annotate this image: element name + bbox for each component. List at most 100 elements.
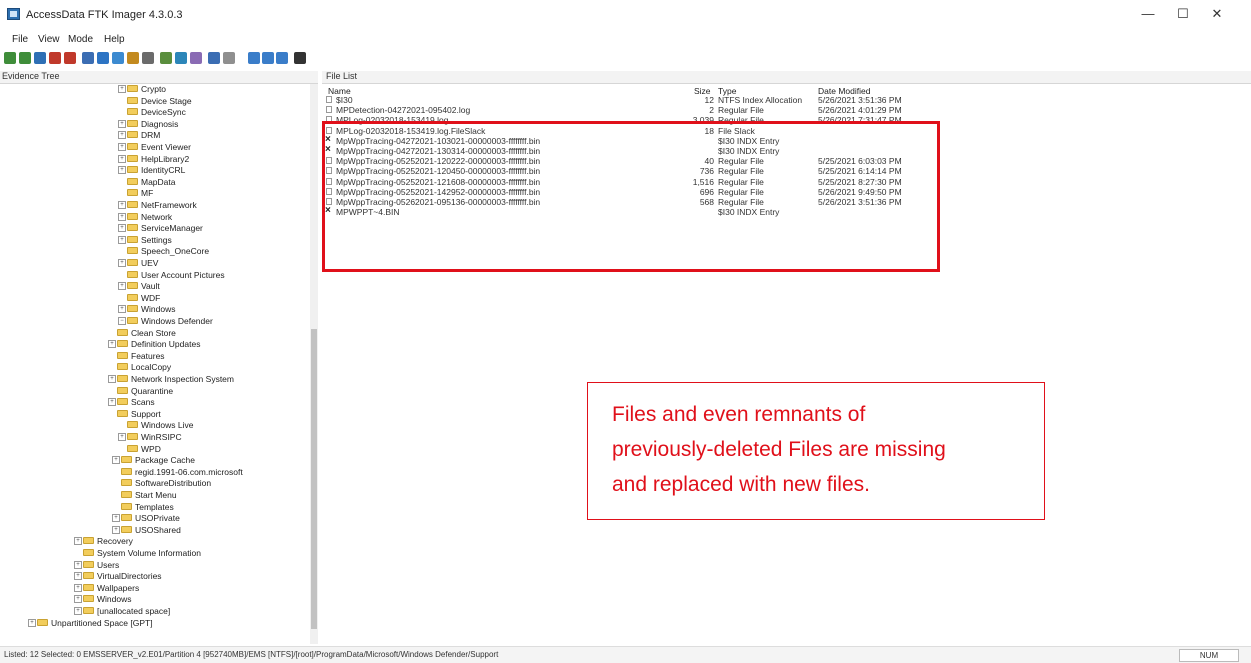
expand-icon[interactable]: + [74,607,82,615]
file-row[interactable]: $I30 12 NTFS Index Allocation 5/26/2021 3:5… [322,95,942,105]
tree-item[interactable]: WDF [118,293,338,303]
tree-item[interactable]: + VirtualDirectories [74,571,294,581]
tree-item[interactable]: User Account Pictures [118,270,338,280]
tree-item[interactable]: + Windows [74,594,294,604]
scrollbar-thumb[interactable] [311,329,317,629]
menu-mode[interactable]: Mode [68,34,93,45]
tree-item[interactable]: Clean Store [108,328,328,338]
tree-item[interactable]: + Diagnosis [118,119,338,129]
expand-icon[interactable]: + [118,119,126,128]
tree-item[interactable]: SoftwareDistribution [112,478,332,488]
tree-item[interactable]: + UEV [118,258,338,268]
tree-item[interactable]: + Network Inspection System [108,374,328,384]
tree-item[interactable]: + HelpLibrary2 [118,154,338,164]
image-mounting-icon[interactable] [34,52,46,64]
tree-item[interactable]: + Unpartitioned Space [GPT] [28,618,248,628]
tree-item[interactable]: + WinRSIPC [118,432,338,442]
tree-item[interactable]: DeviceSync [118,107,338,117]
export-logical-image-icon[interactable] [112,52,124,64]
tree-item[interactable]: − Windows Defender [118,316,338,326]
hex-view-icon[interactable] [276,52,288,64]
verify-icon[interactable] [175,52,187,64]
tree-item[interactable]: + Scans [108,397,328,407]
export-hash-icon[interactable] [160,52,172,64]
tree-item[interactable]: + Event Viewer [118,142,338,152]
tree-item[interactable]: Device Stage [118,96,338,106]
expand-icon[interactable]: + [74,560,82,569]
evidence-tree[interactable]: + Crypto Device Stage DeviceSync + Diagnosis +… [0,84,310,644]
tree-item[interactable]: + DRM [118,130,338,140]
expand-icon[interactable]: + [74,583,82,592]
expand-icon[interactable]: + [118,235,126,244]
add-to-custom-icon[interactable] [127,52,139,64]
expand-icon[interactable]: + [108,398,116,407]
expand-icon[interactable]: + [74,537,82,546]
evidence-tree-scrollbar[interactable] [310,84,318,644]
tree-item[interactable]: Start Menu [112,490,332,500]
tree-item[interactable]: MapData [118,177,338,187]
expand-icon[interactable]: + [108,340,116,349]
expand-icon[interactable]: + [108,375,116,383]
expand-icon[interactable]: + [118,85,126,93]
expand-icon[interactable]: + [118,305,126,314]
tree-item[interactable]: + Wallpapers [74,583,294,593]
menu-help[interactable]: Help [104,34,125,45]
obtain-protected-files-icon[interactable] [208,52,220,64]
expand-icon[interactable]: + [118,154,126,163]
expand-icon[interactable]: + [118,282,126,291]
expand-icon[interactable]: + [112,514,120,523]
tree-item[interactable]: + ServiceManager [118,223,338,233]
tree-item[interactable]: + Network [118,212,338,222]
expand-icon[interactable]: + [118,259,126,267]
expand-icon[interactable]: + [118,143,126,151]
tree-item[interactable]: + Vault [118,281,338,291]
collapse-icon[interactable]: − [118,317,126,325]
detect-encryption-icon[interactable] [223,52,235,64]
tree-item[interactable]: System Volume Information [74,548,294,558]
tree-item[interactable]: Features [108,351,328,361]
file-row[interactable]: MPDetection-04272021-095402.log 2 Regular … [322,105,942,115]
tree-item[interactable]: Windows Live [118,420,338,430]
expand-icon[interactable]: + [74,572,82,581]
tree-item[interactable]: + [unallocated space] [74,606,294,616]
capture-memory-icon[interactable] [190,52,202,64]
menu-view[interactable]: View [38,34,60,45]
tree-item[interactable]: + USOPrivate [112,513,332,523]
create-image-icon[interactable] [82,52,94,64]
tree-item[interactable]: Support [108,409,328,419]
tree-item[interactable]: Templates [112,502,332,512]
tree-item[interactable]: regid.1991-06.com.microsoft [112,467,332,477]
add-evidence-icon[interactable] [4,52,16,64]
tree-item[interactable]: + NetFramework [118,200,338,210]
tree-item[interactable]: LocalCopy [108,362,328,372]
close-button[interactable]: ✕ [1200,4,1234,24]
export-files-icon[interactable] [142,52,154,64]
tree-item[interactable]: + Settings [118,235,338,245]
maximize-button[interactable]: ☐ [1166,4,1200,24]
expand-icon[interactable]: + [118,212,126,221]
text-view-icon[interactable] [262,52,274,64]
expand-icon[interactable]: + [28,618,36,627]
tree-item[interactable]: WPD [118,444,338,454]
tree-item[interactable]: Speech_OneCore [118,246,338,256]
minimize-button[interactable]: — [1131,4,1165,24]
add-all-icon[interactable] [19,52,31,64]
expand-icon[interactable]: + [118,166,126,175]
expand-icon[interactable]: + [118,433,126,441]
menu-file[interactable]: File [12,34,28,45]
tree-item[interactable]: + IdentityCRL [118,165,338,175]
tree-item[interactable]: + Crypto [118,84,338,94]
tree-item[interactable]: + Users [74,560,294,570]
expand-icon[interactable]: + [118,201,126,209]
tree-item[interactable]: + Package Cache [112,455,332,465]
expand-icon[interactable]: + [118,131,126,140]
tree-item[interactable]: + Windows [118,304,338,314]
tree-item[interactable]: + USOShared [112,525,332,535]
tree-item[interactable]: Quarantine [108,386,328,396]
expand-icon[interactable]: + [112,525,120,534]
expand-icon[interactable]: + [112,456,120,465]
export-disk-image-icon[interactable] [97,52,109,64]
expand-icon[interactable]: + [118,224,126,233]
help-icon[interactable] [294,52,306,64]
remove-evidence-icon[interactable] [49,52,61,64]
